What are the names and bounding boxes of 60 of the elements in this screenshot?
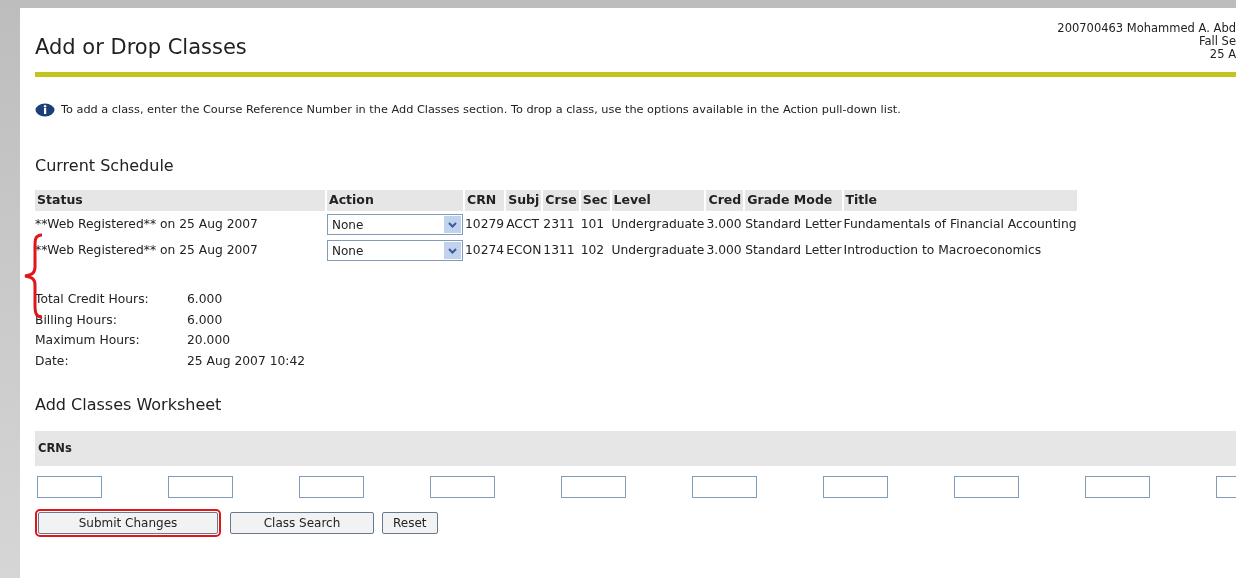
column-header: Title	[843, 190, 1077, 212]
crn-input-field[interactable]	[430, 476, 495, 499]
table-cell-text: 2311	[543, 216, 576, 234]
table-cell-text: ECON	[506, 242, 542, 260]
total-label: Total Credit Hours:	[35, 289, 187, 310]
column-header: Sec	[580, 190, 610, 212]
action-dropdown[interactable]: None	[327, 214, 463, 236]
table-cell-text: 102	[580, 242, 606, 260]
crn-input-field[interactable]	[692, 476, 757, 499]
table-cell-text: 10274	[465, 242, 505, 260]
user-info-text: Fall Se	[1197, 35, 1236, 48]
table-cell-text: 1311	[543, 242, 576, 260]
crn-input-field[interactable]	[954, 476, 1019, 499]
table-cell-text: **Web Registered** on 25 Aug 2007	[35, 242, 259, 260]
total-value: 25 Aug 2007 10:42	[187, 352, 306, 370]
info-icon	[35, 102, 55, 117]
info-message: To add a class, enter the Course Reference Number in the Add Classes section. To drop a class, use the options available in the Action pull-down list.	[61, 101, 901, 118]
table-cell-text: Introduction to Macroeconomics	[843, 242, 1043, 260]
total-label: Date:	[35, 350, 187, 371]
crn-input-field[interactable]	[37, 476, 102, 499]
table-cell-text: **Web Registered** on 25 Aug 2007	[35, 216, 259, 234]
table-cell-text: Undergraduate	[611, 216, 705, 234]
column-header: Action	[327, 190, 463, 212]
total-label: Maximum Hours:	[35, 330, 187, 351]
section-heading: Current Schedule	[35, 155, 175, 178]
user-info-text: 200700463 Mohammed A. Abd	[1057, 22, 1236, 35]
column-header: Crse	[543, 190, 579, 212]
table-cell-text: Fundamentals of Financial Accounting	[843, 216, 1077, 234]
column-header: Level	[611, 190, 705, 212]
crn-input-field[interactable]	[168, 476, 233, 499]
column-header: CRN	[465, 190, 505, 212]
crn-input-field[interactable]	[561, 476, 626, 499]
crn-input-field[interactable]	[299, 476, 364, 499]
crn-input-field[interactable]	[823, 476, 888, 499]
crn-input-field[interactable]	[1085, 476, 1150, 499]
caret-icon	[448, 247, 457, 254]
form-button[interactable]: Reset	[382, 512, 438, 535]
form-button[interactable]: Class Search	[230, 512, 374, 535]
table-cell-text: Standard Letter	[745, 242, 842, 260]
table-cell-text: 3.000	[706, 242, 743, 260]
page-title: Add or Drop Classes	[35, 34, 247, 61]
total-value: 20.000	[187, 332, 232, 350]
total-value: 6.000	[187, 311, 224, 329]
column-header: CRNs	[35, 430, 1236, 467]
table-cell-text: Undergraduate	[611, 242, 705, 260]
total-value: 6.000	[187, 291, 224, 309]
table-cell-text: 101	[580, 216, 606, 234]
caret-icon	[448, 221, 457, 228]
section-heading: Add Classes Worksheet	[35, 393, 223, 416]
user-info-text: 25 A	[1208, 48, 1236, 61]
form-button[interactable]: Submit Changes	[38, 512, 218, 535]
table-cell-text: ACCT	[506, 216, 540, 234]
column-header: Grade Mode	[745, 190, 842, 212]
column-header: Cred	[706, 190, 744, 212]
column-header: Status	[35, 190, 325, 212]
table-cell-text: 3.000	[706, 216, 743, 234]
action-dropdown[interactable]: None	[327, 240, 463, 262]
table-cell-text: 10279	[465, 216, 505, 234]
table-cell-text: Standard Letter	[745, 216, 842, 234]
column-header: Subj	[506, 190, 542, 212]
